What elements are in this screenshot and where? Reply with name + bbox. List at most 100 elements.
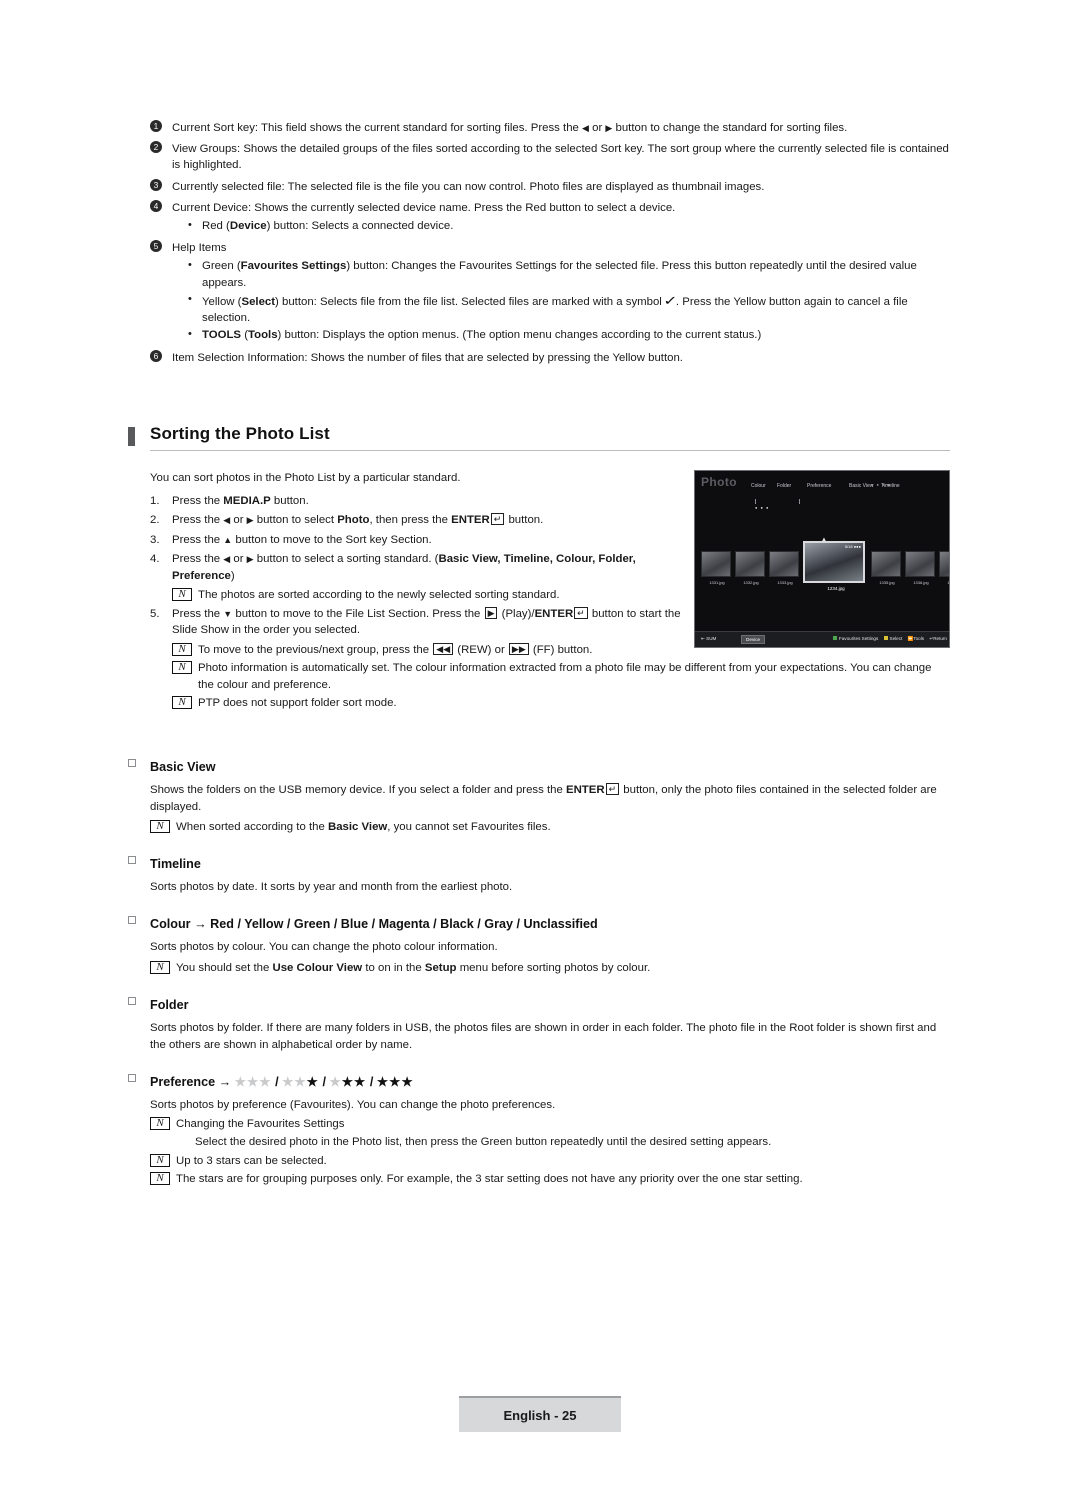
bv-n2: , you cannot set Favourites files.	[387, 821, 551, 834]
page-title: Sorting the Photo List	[150, 424, 330, 443]
tv-device-button[interactable]: Device	[741, 635, 766, 644]
note-icon: N	[172, 642, 192, 656]
callout-text-1: Current Sort key: This field shows the c…	[172, 120, 950, 136]
bullet-icon: •	[188, 328, 192, 341]
callout-text-6: Item Selection Information: Shows the nu…	[172, 351, 683, 364]
note-icon: N	[172, 588, 192, 602]
tv-help-return: Return	[933, 636, 947, 641]
c-n3: Setup	[424, 961, 457, 974]
step-4-number: 4.	[150, 553, 160, 566]
checkmark-icon: ✓	[663, 292, 678, 308]
note-item: N PTP does not support folder sort mode.	[150, 695, 690, 712]
note-icon: N	[150, 960, 170, 974]
callout-5-sub-green: Green (Favourites Settings) button: Chan…	[202, 258, 950, 290]
tv-screen-title: Photo	[701, 475, 737, 489]
tv-help-select: Select	[889, 636, 903, 641]
s4p2: or	[230, 553, 247, 566]
tools-bold: Tools	[248, 329, 278, 342]
ff-icon: ▶▶	[508, 642, 529, 655]
s1p1: MEDIA.P	[223, 494, 271, 507]
subsection-title: Basic View	[150, 760, 216, 774]
n2mid: (REW) or	[454, 643, 508, 656]
subsection-title: Folder	[150, 998, 189, 1012]
bullet-icon: •	[188, 218, 192, 231]
tv-thumb-caption: 1335.jpg	[879, 580, 895, 585]
yellow-post: ) button: Selects file from the file lis…	[275, 295, 662, 308]
slash-2: /	[322, 1075, 326, 1089]
list-item: 6 Item Selection Information: Shows the …	[150, 349, 950, 366]
callout-text-3: Currently selected file: The selected fi…	[172, 180, 765, 193]
subsection-heading: Timeline	[128, 855, 950, 873]
callout-text-2: View Groups: Shows the detailed groups o…	[172, 143, 949, 172]
bv-n0: When sorted according to the	[176, 821, 328, 834]
subsection-timeline: Timeline Sorts photos by date. It sorts …	[128, 855, 950, 896]
pref-note-1: Changing the Favourites Settings	[176, 1117, 345, 1130]
down-arrow-icon	[223, 608, 232, 620]
play-icon: ▶	[484, 606, 498, 619]
tv-help-fav: Favourites Settings	[838, 636, 879, 641]
sub1-bold: Device	[229, 219, 267, 232]
list-item: 4 Current Device: Shows the currently se…	[150, 199, 950, 235]
s2p2: or	[230, 514, 247, 527]
step-1-number: 1.	[150, 494, 160, 507]
sub1-post: ) button: Selects a connected device.	[266, 219, 454, 232]
c-n1: Use Colour View	[272, 961, 363, 974]
green-bold: Favourites Settings	[240, 260, 347, 273]
sorting-intro: You can sort photos in the Photo List by…	[150, 472, 461, 484]
star-rating-2: ★★★	[329, 1075, 367, 1089]
callout-5-text: Help Items	[172, 242, 227, 255]
list-item: 1 Current Sort key: This field shows the…	[150, 120, 950, 136]
bullet-square-icon	[128, 1073, 150, 1089]
tv-thumb[interactable]: 1336.jpg	[905, 551, 935, 585]
tv-thumb[interactable]: 1331.jpg	[701, 551, 731, 585]
subsection-heading: Folder	[128, 996, 950, 1014]
list-item: • Yellow (Select) button: Selects file f…	[172, 292, 950, 327]
tv-help-bar: ⇤ SUM Device Favourites Settings Select …	[695, 631, 949, 647]
slash-3: /	[369, 1075, 374, 1089]
subsection-body: Sorts photos by folder. If there are man…	[150, 1022, 937, 1051]
s4p4: button to select a sorting standard. (	[253, 553, 439, 566]
tv-tab-basic-view[interactable]: Basic View	[849, 483, 873, 489]
note-2-text: To move to the previous/next group, pres…	[198, 642, 690, 659]
tv-thumb[interactable]: 1337.jpg	[939, 551, 949, 585]
tv-thumb-caption: 1333.jpg	[777, 580, 793, 585]
pref-note-3: The stars are for grouping purposes only…	[176, 1173, 803, 1186]
tv-view-groups: ● ● ●	[755, 505, 770, 510]
note-item: N When sorted according to the Basic Vie…	[150, 819, 950, 836]
star-rating-1: ★★★	[282, 1075, 319, 1089]
tv-thumb[interactable]: 1333.jpg	[769, 551, 799, 585]
tv-thumb-caption: 1234.jpg	[827, 586, 845, 591]
tv-tab-colour[interactable]: Colour	[751, 483, 766, 489]
pref-note-2: Up to 3 stars can be selected.	[176, 1154, 327, 1167]
tv-thumb[interactable]: 1335.jpg	[871, 551, 901, 585]
slash-1: /	[275, 1075, 279, 1089]
callout-list: 1 Current Sort key: This field shows the…	[150, 120, 950, 371]
tv-thumb[interactable]: 1332.jpg	[735, 551, 765, 585]
note-icon: N	[150, 1153, 170, 1167]
sub1-pre: Red (	[202, 219, 230, 232]
tv-tab-preference[interactable]: Preference	[807, 483, 831, 489]
bv-b1: ENTER	[565, 784, 605, 797]
up-arrow-icon	[223, 534, 232, 546]
bullet-icon: •	[188, 259, 192, 272]
subsection-heading: Colour → Red / Yellow / Green / Blue / M…	[128, 915, 950, 933]
bullet-square-icon	[128, 855, 150, 871]
n2pre: To move to the previous/next group, pres…	[198, 643, 433, 656]
note-item: N Up to 3 stars can be selected.	[150, 1153, 950, 1170]
left-arrow-icon	[582, 122, 589, 134]
yellow-pre: Yellow (	[202, 295, 242, 308]
note-4-text: PTP does not support folder sort mode.	[198, 697, 397, 710]
tv-thumb-selected[interactable]: 5/18 ●●● 1234.jpg	[803, 541, 865, 591]
s2p0: Press the	[172, 514, 224, 527]
bullet-square-icon	[128, 996, 150, 1012]
tv-sum-label: SUM	[706, 636, 717, 641]
s5p2: button to move to the File List Section.…	[232, 607, 484, 620]
tv-tab-folder[interactable]: Folder	[777, 483, 791, 489]
note-item: N The stars are for grouping purposes on…	[150, 1171, 950, 1188]
subsection-preference: Preference → ★★★ / ★★★ / ★★★ / ★★★ Sorts…	[128, 1073, 950, 1190]
step-5-text: Press the button to move to the File Lis…	[172, 606, 690, 639]
page-footer: English - 25	[459, 1396, 621, 1432]
step-2-number: 2.	[150, 514, 160, 527]
note-item: N Photo information is automatically set…	[150, 660, 950, 693]
sorting-instructions: You can sort photos in the Photo List by…	[150, 470, 931, 714]
